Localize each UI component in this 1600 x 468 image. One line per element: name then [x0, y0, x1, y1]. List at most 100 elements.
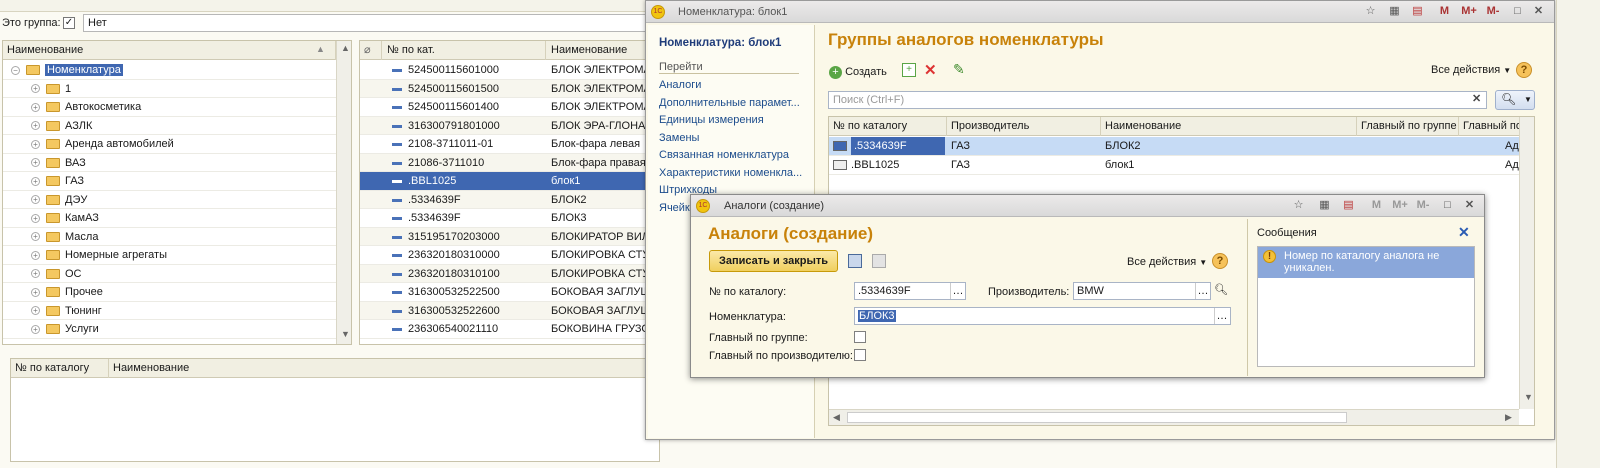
main-by-maker-checkbox[interactable]	[854, 349, 866, 361]
bottom-header-name[interactable]: Наименование	[109, 359, 659, 378]
analogs-row[interactable]: .BBL1025 ГАЗ блок1 Ад	[829, 156, 1519, 175]
select-icon[interactable]: …	[950, 283, 965, 299]
expand-icon[interactable]: +	[31, 287, 40, 297]
expand-icon[interactable]: +	[31, 250, 40, 260]
tree-item[interactable]: + Прочее	[3, 283, 336, 302]
scroll-down-icon[interactable]: ▼	[1524, 392, 1533, 402]
list-item[interactable]: 524500115601400 БЛОК ЭЛЕКТРОМА	[360, 98, 658, 117]
analogs-hscroll[interactable]: ◀ ▶	[829, 409, 1519, 425]
calculator-icon[interactable]: ▦	[1317, 198, 1332, 213]
scroll-left-icon[interactable]: ◀	[833, 412, 840, 423]
list-item[interactable]: 524500115601000 БЛОК ЭЛЕКТРОМА	[360, 61, 658, 80]
nav-link[interactable]: Ячейк	[659, 202, 690, 214]
all-actions-menu[interactable]: Все действия ▼	[1127, 256, 1207, 268]
tree-item[interactable]: + АЗЛК	[3, 117, 336, 135]
calculator-icon[interactable]: ▦	[1387, 4, 1402, 19]
save-icon[interactable]	[848, 254, 862, 268]
tree-item[interactable]: + ВАЗ	[3, 154, 336, 172]
list-header-name[interactable]: Наименование	[547, 41, 658, 60]
nav-link[interactable]: Связанная номенклатура	[659, 149, 789, 161]
list-item[interactable]: 21086-3711010 Блок-фара правая	[360, 153, 658, 172]
copy-icon[interactable]: +	[902, 63, 916, 77]
tree-item[interactable]: + Масла	[3, 228, 336, 246]
expand-icon[interactable]: +	[31, 269, 40, 279]
sort-icon[interactable]: ▲	[316, 44, 325, 54]
main-by-group-checkbox[interactable]	[854, 331, 866, 343]
list-item[interactable]: 236306540021110 БОКОВИНА ГРУЗО	[360, 320, 658, 339]
analogs-header-1[interactable]: Производитель	[947, 117, 1101, 136]
maximize-icon[interactable]: □	[1510, 4, 1525, 19]
nomenclature-field[interactable]: БЛОК3 …	[854, 307, 1231, 325]
favorite-icon[interactable]: ☆	[1363, 4, 1378, 19]
nav-link[interactable]: Единицы измерения	[659, 114, 764, 126]
analogs-header-2[interactable]: Наименование	[1101, 117, 1357, 136]
manufacturer-field[interactable]: BMW …	[1073, 282, 1211, 300]
collapse-icon[interactable]: −	[11, 65, 20, 75]
save-close-button[interactable]: Записать и закрыть	[709, 250, 838, 272]
list-item[interactable]: .5334639F БЛОК3	[360, 209, 658, 228]
search-input[interactable]: Поиск (Ctrl+F) ✕	[828, 91, 1487, 109]
all-actions-menu[interactable]: Все действия ▼	[1431, 64, 1511, 76]
select-icon[interactable]: …	[1195, 283, 1210, 299]
scroll-down-icon[interactable]: ▼	[341, 329, 350, 339]
is-group-value-field[interactable]: Нет	[83, 14, 663, 32]
search-button[interactable]: 🔍︎ ▼	[1495, 90, 1535, 110]
memory-m-button[interactable]: M	[1369, 198, 1384, 213]
expand-icon[interactable]: +	[31, 232, 40, 242]
tree-item[interactable]: + Номерные агрегаты	[3, 246, 336, 265]
edit-icon[interactable]: ✎	[953, 61, 965, 78]
list-header-clip[interactable]: ⌀	[360, 41, 382, 60]
clear-search-icon[interactable]: ✕	[1472, 92, 1481, 105]
tree-item[interactable]: + Тюнинг	[3, 302, 336, 320]
analogs-vscroll[interactable]: ▼	[1519, 117, 1534, 409]
memory-mminus-button[interactable]: M-	[1483, 4, 1503, 19]
expand-icon[interactable]: +	[31, 324, 40, 334]
expand-icon[interactable]: +	[31, 102, 40, 112]
close-icon[interactable]: ✕	[1462, 198, 1477, 213]
maximize-icon[interactable]: □	[1440, 198, 1455, 213]
search-icon[interactable]: 🔍︎	[1214, 283, 1228, 296]
list-item[interactable]: 315195170203000 БЛОКИРАТОР ВИЛ	[360, 227, 658, 246]
tree-header-name[interactable]: Наименование	[3, 41, 336, 60]
message-item[interactable]: ! Номер по каталогу аналога не уникален.	[1258, 247, 1474, 278]
memory-mplus-button[interactable]: M+	[1458, 4, 1480, 19]
expand-icon[interactable]: +	[31, 139, 40, 149]
hscroll-thumb[interactable]	[847, 412, 1347, 423]
favorite-icon[interactable]: ☆	[1291, 198, 1306, 213]
scroll-up-icon[interactable]: ▲	[341, 43, 350, 53]
tree-item[interactable]: − Номенклатура	[3, 61, 336, 80]
calendar-icon[interactable]: ▤	[1410, 4, 1425, 19]
nav-link[interactable]: Дополнительные парамет...	[659, 97, 800, 109]
select-icon[interactable]: …	[1214, 308, 1229, 324]
list-item[interactable]: 316300791801000 БЛОК ЭРА-ГЛОНА	[360, 116, 658, 135]
calendar-icon[interactable]: ▤	[1341, 198, 1356, 213]
expand-icon[interactable]: +	[31, 195, 40, 205]
tree-item[interactable]: + ГАЗ	[3, 172, 336, 191]
close-messages-icon[interactable]: ✕	[1458, 224, 1470, 241]
expand-icon[interactable]: +	[31, 306, 40, 316]
tree-item[interactable]: + Автокосметика	[3, 98, 336, 117]
memory-mminus-button[interactable]: M-	[1413, 198, 1433, 213]
tree-item[interactable]: + Услуги	[3, 320, 336, 339]
expand-icon[interactable]: +	[31, 158, 40, 168]
create-button[interactable]: + Создать	[829, 63, 887, 81]
memory-m-button[interactable]: M	[1437, 4, 1452, 19]
tree-scrollbar[interactable]: ▲ ▼	[336, 41, 351, 344]
list-item[interactable]: 2108-3711011-01 Блок-фара левая	[360, 135, 658, 154]
list-item[interactable]: 524500115601500 БЛОК ЭЛЕКТРОМА	[360, 79, 658, 98]
tree-item[interactable]: +1	[3, 80, 336, 98]
tree-item[interactable]: + ОС	[3, 265, 336, 283]
nav-link[interactable]: Характеристики номенкла...	[659, 167, 802, 179]
tree-item[interactable]: + КамАЗ	[3, 209, 336, 228]
nav-link[interactable]: Замены	[659, 132, 699, 144]
expand-icon[interactable]: +	[31, 176, 40, 186]
tree-item[interactable]: + Аренда автомобилей	[3, 135, 336, 154]
analogs-row[interactable]: .5334639F ГАЗ БЛОК2 Ад	[829, 137, 1519, 156]
expand-icon[interactable]: +	[31, 84, 40, 94]
list-item[interactable]: 316300532522500 БОКОВАЯ ЗАГЛУШ	[360, 283, 658, 302]
is-group-checkbox[interactable]: ✓	[63, 17, 75, 29]
expand-icon[interactable]: +	[31, 121, 40, 131]
list-header-cat[interactable]: № по кат.	[383, 41, 546, 60]
catalog-number-field[interactable]: .5334639F …	[854, 282, 966, 300]
analogs-header-3[interactable]: Главный по группе	[1357, 117, 1459, 136]
